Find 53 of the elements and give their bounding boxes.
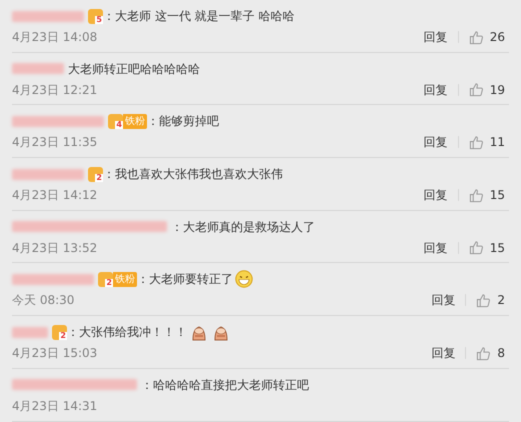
fan-badge: 铁粉 bbox=[123, 114, 147, 129]
blurred-username[interactable] bbox=[12, 221, 167, 232]
like-button[interactable]: 19 bbox=[468, 80, 509, 99]
comment-text: ：大老师真的是救场达人了 bbox=[171, 218, 315, 236]
comment-text: ：哈哈哈哈直接把大老师转正吧 bbox=[141, 376, 309, 394]
comment-time: 4月23日 11:35 bbox=[12, 134, 98, 152]
like-button[interactable]: 15 bbox=[468, 238, 509, 257]
blurred-username[interactable] bbox=[12, 63, 64, 74]
reply-link[interactable]: 回复 bbox=[424, 80, 448, 99]
comment-text: ：大老师 这一代 就是一辈子 哈哈哈 bbox=[103, 8, 294, 25]
reply-link[interactable]: 回复 bbox=[424, 186, 448, 204]
comment-time: 4月23日 14:12 bbox=[12, 187, 98, 204]
like-button[interactable]: 15 bbox=[468, 186, 509, 204]
comment-text: ：大老师要转正了 bbox=[137, 271, 233, 288]
reply-link[interactable]: 回复 bbox=[431, 344, 456, 362]
reply-link[interactable]: 回复 bbox=[431, 291, 456, 310]
reply-link[interactable]: 回复 bbox=[424, 238, 448, 257]
blurred-username[interactable] bbox=[12, 10, 84, 22]
level-badge: 2 bbox=[88, 166, 103, 182]
thumbs-up-icon bbox=[468, 30, 484, 44]
reply-link[interactable]: 回复 bbox=[424, 133, 448, 152]
comment-text: ：能够剪掉吧 bbox=[147, 113, 219, 130]
grinning-emoji-icon bbox=[235, 270, 253, 288]
comment-time: 4月23日 13:52 bbox=[12, 240, 98, 257]
comment-time: 4月23日 12:21 bbox=[12, 82, 98, 99]
thumbs-up-icon bbox=[468, 240, 484, 256]
blurred-username[interactable] bbox=[12, 116, 104, 127]
level-badge: 4 bbox=[108, 114, 123, 129]
like-button[interactable]: 2 bbox=[476, 291, 509, 310]
comment-time: 4月23日 14:31 bbox=[12, 398, 98, 415]
level-badge: 5 bbox=[88, 8, 103, 24]
thumbs-up-icon bbox=[476, 292, 492, 308]
like-button[interactable]: 26 bbox=[468, 28, 509, 46]
thumbs-up-icon bbox=[468, 188, 484, 203]
comment-text: ：我也喜欢大张伟我也喜欢大张伟 bbox=[103, 166, 283, 184]
reply-link[interactable]: 回复 bbox=[424, 28, 448, 46]
thumbs-up-icon bbox=[468, 134, 484, 150]
blurred-username[interactable] bbox=[12, 274, 94, 285]
like-button[interactable]: 11 bbox=[468, 133, 509, 152]
level-badge: 2 bbox=[98, 272, 113, 287]
blurred-username[interactable] bbox=[12, 326, 48, 338]
comment-time: 今天 08:30 bbox=[12, 292, 74, 310]
blurred-username[interactable] bbox=[12, 379, 137, 390]
level-badge: 2 bbox=[52, 324, 67, 340]
thumbs-up-icon bbox=[476, 346, 492, 361]
comment-time: 4月23日 15:03 bbox=[12, 345, 98, 362]
comment-text: 大老师转正吧哈哈哈哈哈 bbox=[68, 60, 200, 78]
blurred-username[interactable] bbox=[12, 168, 84, 180]
like-button[interactable]: 8 bbox=[476, 344, 509, 362]
comment-time: 4月23日 14:08 bbox=[12, 29, 98, 46]
fan-badge: 铁粉 bbox=[113, 272, 137, 287]
comment-text: ：大张伟给我冲！！！ bbox=[67, 324, 187, 342]
thumbs-up-icon bbox=[468, 82, 484, 98]
